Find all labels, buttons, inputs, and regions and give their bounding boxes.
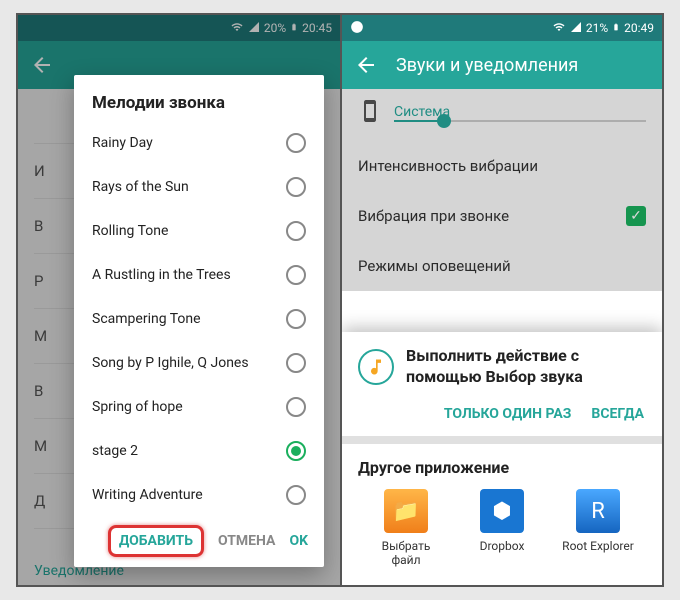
signal-icon: [570, 21, 582, 36]
sheet-actions: ТОЛЬКО ОДИН РАЗ ВСЕГДА: [342, 402, 662, 436]
app-dropbox[interactable]: ⬢ Dropbox: [462, 489, 542, 567]
cancel-button[interactable]: ОТМЕНА: [218, 533, 275, 549]
other-apps-title: Другое приложение: [358, 458, 646, 477]
radio-icon[interactable]: [286, 177, 306, 197]
ringtone-item[interactable]: Spring of hope: [74, 385, 324, 429]
sheet-title-line1: Выполнить действие с: [406, 346, 583, 367]
battery-text: 21%: [586, 21, 608, 35]
sound-picker-icon: [358, 349, 394, 385]
notification-modes-row[interactable]: Режимы оповещений: [358, 241, 646, 291]
ringtone-dialog: Мелодии звонка Rainy Day Rays of the Sun…: [74, 75, 324, 567]
divider: [342, 436, 662, 444]
ringtone-item[interactable]: Scampering Tone: [74, 297, 324, 341]
back-icon[interactable]: [354, 53, 378, 77]
phone-vibrate-icon: [358, 99, 382, 127]
dropbox-icon: ⬢: [480, 489, 524, 533]
ringtone-item[interactable]: Song by P Ighile, Q Jones: [74, 341, 324, 385]
sheet-header: Выполнить действие с помощью Выбор звука: [342, 332, 662, 402]
system-volume-row: Система: [358, 89, 646, 141]
ringtone-item[interactable]: Rays of the Sun: [74, 165, 324, 209]
volume-slider[interactable]: [394, 120, 646, 122]
radio-icon[interactable]: [286, 133, 306, 153]
radio-icon[interactable]: [286, 221, 306, 241]
ringtone-item[interactable]: Writing Adventure: [74, 473, 324, 517]
settings-content: Система Интенсивность вибрации Вибрация …: [342, 89, 662, 291]
radio-icon[interactable]: [286, 309, 306, 329]
system-label: Система: [394, 104, 646, 120]
spotify-icon: [350, 20, 364, 37]
dialog-actions: ДОБАВИТЬ ОТМЕНА OK: [74, 517, 324, 557]
phone-left: 20% 20:45 И В Р М В М Д Уведомление Мело…: [18, 15, 340, 585]
radio-icon[interactable]: [286, 441, 306, 461]
other-apps-section: Другое приложение 📁 Выбрать файл ⬢ Dropb…: [342, 444, 662, 585]
battery-icon: [612, 20, 620, 37]
radio-icon[interactable]: [286, 353, 306, 373]
dialog-title: Мелодии звонка: [74, 93, 324, 121]
status-bar: 21% 20:49: [342, 15, 662, 41]
page-title: Звуки и уведомления: [396, 55, 578, 76]
radio-icon[interactable]: [286, 485, 306, 505]
sheet-title-line2: помощью Выбор звука: [406, 367, 583, 388]
always-button[interactable]: ВСЕГДА: [591, 406, 644, 422]
just-once-button[interactable]: ТОЛЬКО ОДИН РАЗ: [444, 406, 571, 422]
action-chooser-sheet: Выполнить действие с помощью Выбор звука…: [342, 332, 662, 585]
ringtone-item[interactable]: A Rustling in the Trees: [74, 253, 324, 297]
ringtone-item[interactable]: Rolling Tone: [74, 209, 324, 253]
ok-button[interactable]: OK: [289, 533, 308, 549]
checkbox-checked-icon[interactable]: ✓: [626, 206, 646, 226]
phone-right: 21% 20:49 Звуки и уведомления Система И: [340, 15, 662, 585]
wifi-icon: [552, 21, 566, 36]
app-root-explorer[interactable]: R Root Explorer: [558, 489, 638, 567]
vibrate-on-call-row[interactable]: Вибрация при звонке ✓: [358, 191, 646, 241]
clock-text: 20:49: [624, 21, 654, 35]
app-bar: Звуки и уведомления: [342, 41, 662, 89]
radio-icon[interactable]: [286, 397, 306, 417]
vibration-intensity-row[interactable]: Интенсивность вибрации: [358, 141, 646, 191]
ringtone-item[interactable]: Rainy Day: [74, 121, 324, 165]
add-button[interactable]: ДОБАВИТЬ: [108, 525, 204, 557]
app-file-picker[interactable]: 📁 Выбрать файл: [366, 489, 446, 567]
ringtone-item[interactable]: stage 2: [74, 429, 324, 473]
folder-icon: 📁: [384, 489, 428, 533]
root-explorer-icon: R: [576, 489, 620, 533]
ringtone-list: Rainy Day Rays of the Sun Rolling Tone A…: [74, 121, 324, 517]
radio-icon[interactable]: [286, 265, 306, 285]
